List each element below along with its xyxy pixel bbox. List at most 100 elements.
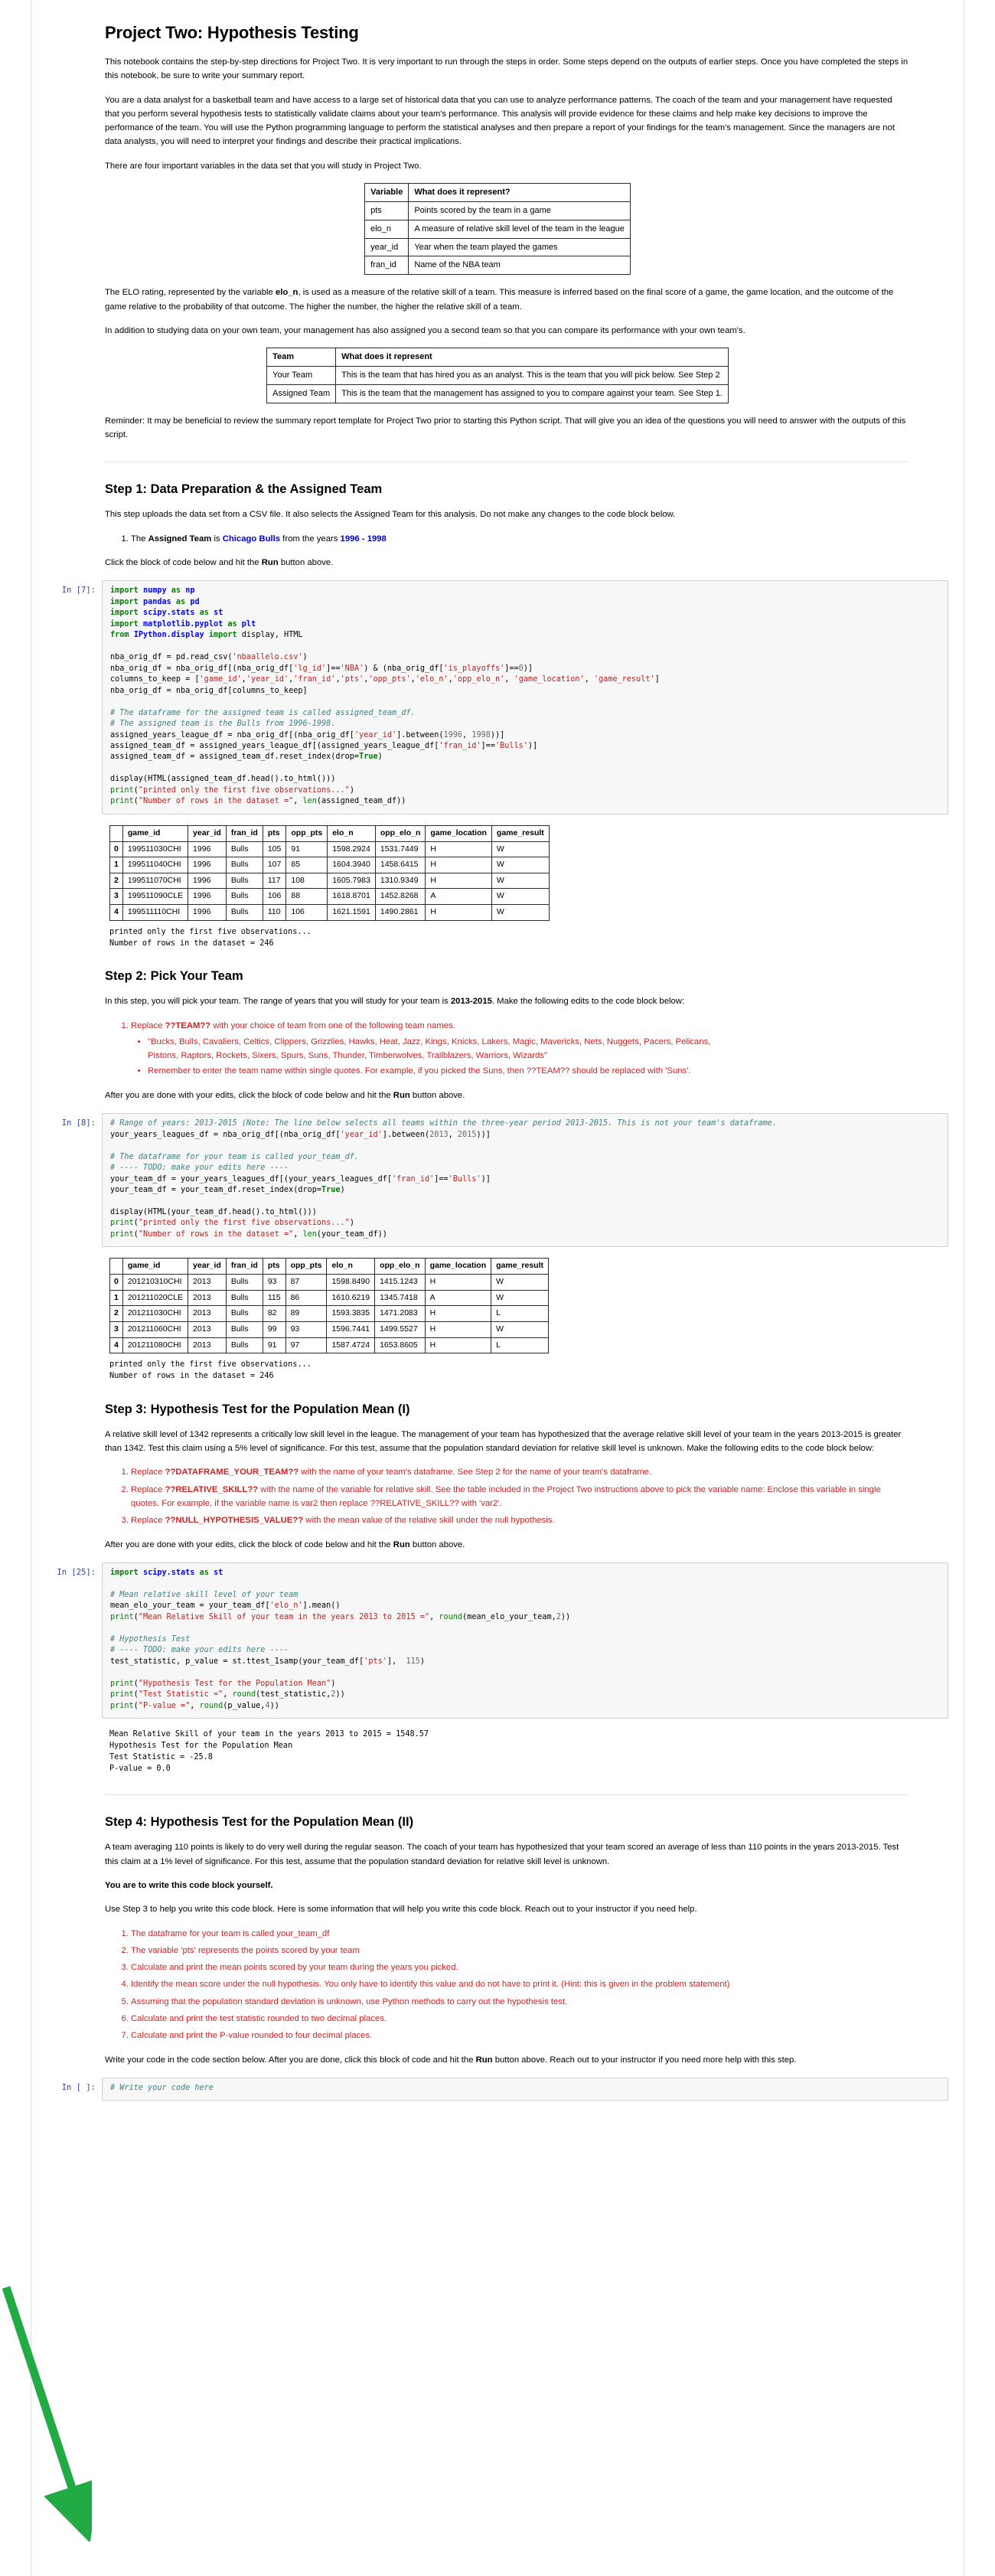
col-header-pts: pts (262, 824, 287, 842)
relative-skill-placeholder-token: ??RELATIVE_SKILL?? (165, 1484, 259, 1494)
col-header-fran-id: fran_id (225, 1258, 263, 1275)
col-header-year-id: year_id (188, 824, 227, 842)
list-item: The variable 'pts' represents the points… (131, 1944, 909, 1957)
code-cell-step1[interactable]: In [7]: import numpy as np import pandas… (31, 580, 964, 815)
dataframe-output-step1: game_id year_id fran_id pts opp_pts elo_… (109, 824, 550, 921)
team-placeholder-token: ??TEAM?? (165, 1020, 211, 1030)
step3-run-instruction: After you are done with your edits, clic… (105, 1539, 465, 1549)
section-divider (105, 1794, 909, 1796)
step4-final-instruction: Write your code in the code section belo… (105, 2055, 797, 2065)
assigned-team-name: Chicago Bulls (222, 534, 281, 544)
col-header-game-result: game_result (491, 1258, 549, 1275)
code-cell-step2[interactable]: In [8]: # Range of years: 2013-2015 (Not… (31, 1113, 964, 1248)
index-header (109, 824, 123, 842)
code-editor[interactable]: # Write your code here (102, 2077, 948, 2101)
step4-markdown-cell: Step 4: Hypothesis Test for the Populati… (105, 1815, 909, 2067)
dataframe-placeholder-token: ??DATAFRAME_YOUR_TEAM?? (165, 1468, 299, 1477)
intro-paragraph-2: You are a data analyst for a basketball … (105, 95, 895, 147)
list-item: Assuming that the population standard de… (131, 1995, 909, 2009)
step3-list: Replace ??DATAFRAME_YOUR_TEAM?? with the… (105, 1465, 909, 1527)
run-button-label: Run (261, 557, 279, 567)
variable-name: pts (364, 201, 409, 220)
table-row: 1 201211020CLE 2013 Bulls 115 86 1610.62… (109, 1289, 549, 1307)
code-editor[interactable]: # Range of years: 2013-2015 (Note: The l… (102, 1113, 948, 1248)
stdout-step2: printed only the first five observations… (109, 1360, 312, 1381)
list-item: Calculate and print the mean points scor… (131, 1961, 909, 1974)
intro-markdown-cell: Project Two: Hypothesis Testing This not… (105, 23, 909, 173)
list-item: Calculate and print the P-value rounded … (131, 2029, 909, 2042)
run-button-label: Run (475, 2055, 493, 2065)
step1-markdown-cell: Step 1: Data Preparation & the Assigned … (105, 482, 909, 570)
table-header-row: game_id year_id fran_id pts opp_pts elo_… (109, 1258, 549, 1275)
col-header-fran-id: fran_id (225, 824, 263, 842)
reminder-paragraph: Reminder: It may be beneficial to review… (105, 416, 906, 440)
table-row: pts Points scored by the team in a game (364, 201, 631, 220)
code-editor[interactable]: import scipy.stats as st # Mean relative… (102, 1562, 948, 1719)
step2-paragraph: In this step, you will pick your team. T… (105, 997, 685, 1007)
table-row: Assigned Team This is the team that the … (266, 384, 729, 403)
col-header-opp-pts: opp_pts (285, 1258, 328, 1275)
table-header-row: Variable What does it represent? (364, 183, 631, 202)
col-header-game-location: game_location (425, 824, 492, 842)
team-represent-col-header: What does it represent (335, 348, 729, 367)
input-prompt: In [8]: (61, 1118, 96, 1128)
code-editor[interactable]: import numpy as np import pandas as pd i… (102, 580, 948, 815)
input-prompt: In [25]: (57, 1567, 96, 1577)
code-content[interactable]: import scipy.stats as st # Mean relative… (110, 1568, 940, 1712)
input-prompt: In [ ]: (61, 2082, 96, 2092)
step1-paragraph: This step uploads the data set from a CS… (105, 510, 676, 520)
list-item: Calculate and print the test statistic r… (131, 2012, 909, 2026)
team-desc: This is the team that the management has… (335, 384, 729, 403)
code-content[interactable]: import numpy as np import pandas as pd i… (110, 586, 940, 808)
team-desc: This is the team that has hired you as a… (335, 366, 729, 385)
list-item: Replace ??RELATIVE_SKILL?? with the name… (131, 1483, 909, 1511)
reminder-markdown-cell: Reminder: It may be beneficial to review… (105, 414, 909, 442)
team-label: Assigned Team (266, 384, 337, 403)
col-header-game-location: game_location (424, 1258, 492, 1275)
variable-table-wrap: Variable What does it represent? pts Poi… (31, 183, 964, 276)
dataframe-output-step2: game_id year_id fran_id pts opp_pts elo_… (109, 1258, 549, 1354)
step2-list: Replace ??TEAM?? with your choice of tea… (105, 1019, 909, 1079)
col-header-elo-n: elo_n (327, 824, 376, 842)
stdout-step1: printed only the first five observations… (109, 927, 312, 948)
elo-markdown-cell: The ELO rating, represented by the varia… (105, 286, 909, 338)
variable-desc: A measure of relative skill level of the… (408, 219, 631, 239)
table-row: 1 199511040CHI 1996 Bulls 107 85 1604.39… (109, 857, 550, 873)
second-team-paragraph: In addition to studying data on your own… (105, 325, 745, 335)
input-prompt: In [7]: (61, 586, 96, 596)
code-cell-step3[interactable]: In [25]: import scipy.stats as st # Mean… (31, 1562, 964, 1719)
table-row: 3 201211060CHI 2013 Bulls 99 93 1596.744… (109, 1321, 549, 1338)
elo-paragraph: The ELO rating, represented by the varia… (105, 286, 909, 314)
step1-heading: Step 1: Data Preparation & the Assigned … (105, 482, 383, 497)
variable-name: fran_id (364, 256, 409, 276)
col-header-game-id: game_id (122, 824, 189, 842)
step4-bold-line: You are to write this code block yoursel… (105, 1880, 273, 1890)
col-header-opp-elo-n: opp_elo_n (374, 824, 426, 842)
col-header-game-result: game_result (491, 824, 550, 842)
table-row: fran_id Name of the NBA team (364, 256, 631, 276)
list-item: "Bucks, Bulls, Cavaliers, Celtics, Clipp… (148, 1035, 909, 1063)
assigned-team-years: 1996 - 1998 (340, 534, 387, 544)
team-names-list: "Bucks, Bulls, Cavaliers, Celtics, Clipp… (131, 1035, 909, 1079)
list-item: The dataframe for your team is called yo… (131, 1927, 909, 1941)
stdout-step3: Mean Relative Skill of your team in the … (109, 1730, 429, 1773)
code-content[interactable]: # Write your code here (110, 2083, 940, 2094)
null-hypothesis-placeholder-token: ??NULL_HYPOTHESIS_VALUE?? (165, 1516, 304, 1526)
code-content[interactable]: # Range of years: 2013-2015 (Note: The l… (110, 1118, 940, 1240)
col-header-opp-pts: opp_pts (285, 824, 328, 842)
your-team-years: 2013-2015 (450, 997, 492, 1007)
col-header-game-id: game_id (122, 1258, 189, 1275)
represent-col-header: What does it represent? (408, 183, 631, 202)
step4-paragraph-2: Use Step 3 to help you write this code b… (105, 1905, 697, 1915)
output-area-step3: Mean Relative Skill of your team in the … (31, 1723, 964, 1774)
variable-table: Variable What does it represent? pts Poi… (364, 183, 631, 276)
index-header (109, 1258, 123, 1275)
page-title: Project Two: Hypothesis Testing (105, 23, 359, 42)
col-header-year-id: year_id (188, 1258, 227, 1275)
step2-heading: Step 2: Pick Your Team (105, 969, 243, 984)
output-prompt (31, 819, 102, 834)
code-cell-step4[interactable]: In [ ]: # Write your code here (31, 2077, 964, 2101)
step3-heading: Step 3: Hypothesis Test for the Populati… (105, 1402, 410, 1416)
output-prompt (31, 1723, 102, 1738)
col-header-elo-n: elo_n (326, 1258, 376, 1275)
